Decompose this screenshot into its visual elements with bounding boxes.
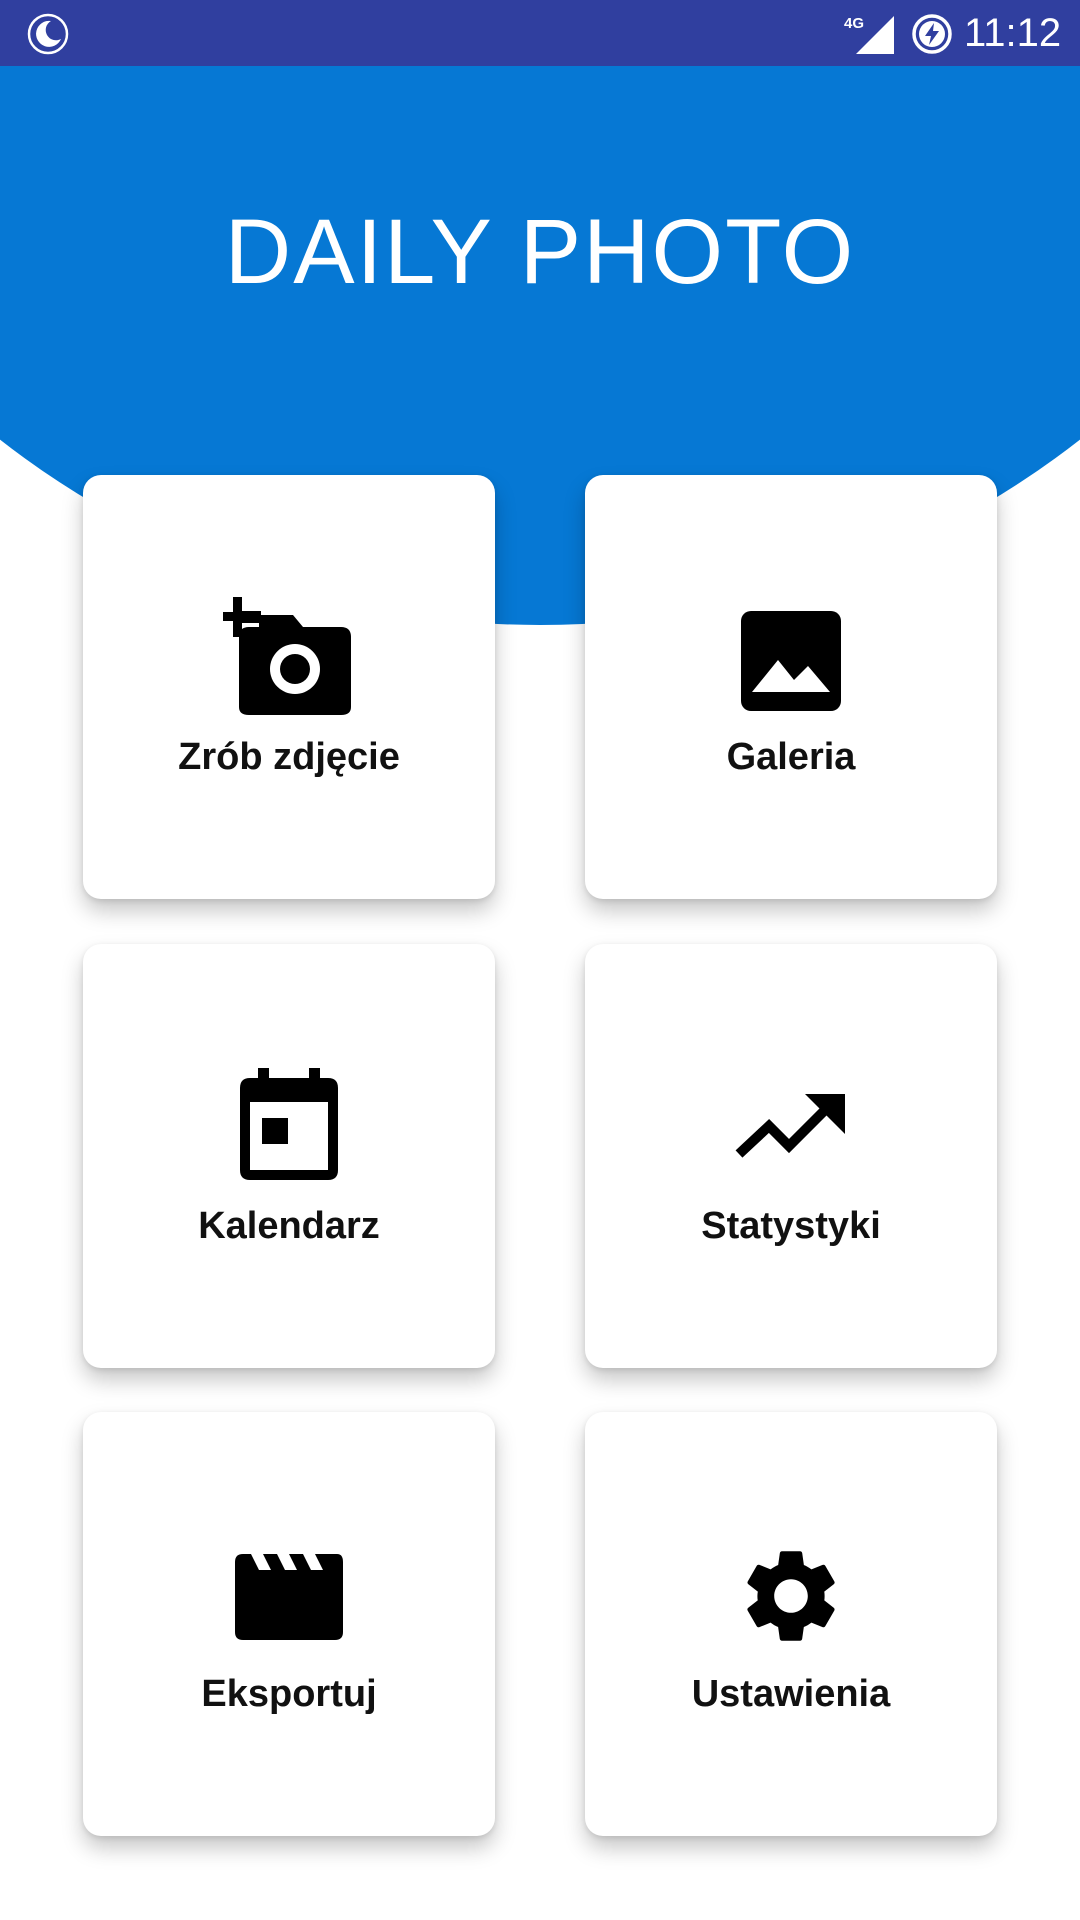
statistics-label: Statystyki <box>701 1205 881 1247</box>
gallery-button[interactable]: Galeria <box>585 475 997 899</box>
take-photo-button[interactable]: Zrób zdjęcie <box>83 475 495 899</box>
settings-label: Ustawienia <box>691 1673 891 1715</box>
calendar-label: Kalendarz <box>198 1205 380 1247</box>
export-button[interactable]: Eksportuj <box>83 1412 495 1836</box>
battery-charging-icon <box>912 14 952 54</box>
status-bar: 4G 11:12 <box>0 0 1080 66</box>
calendar-icon <box>240 1068 338 1180</box>
status-time: 11:12 <box>964 11 1062 55</box>
clapperboard-icon <box>235 1554 343 1640</box>
export-label: Eksportuj <box>201 1673 377 1715</box>
home-screen: 4G 11:12 DAILY PHOTO Zrób zdjęcie Galeri <box>0 0 1080 1920</box>
settings-gear-icon <box>747 1551 835 1641</box>
trending-up-icon <box>735 1094 845 1158</box>
app-title: DAILY PHOTO <box>224 201 856 303</box>
settings-button[interactable]: Ustawienia <box>585 1412 997 1836</box>
network-type-label: 4G <box>844 15 864 32</box>
gallery-label: Galeria <box>726 736 856 778</box>
gallery-image-icon <box>741 611 841 711</box>
signal-icon: 4G <box>844 15 894 54</box>
take-photo-label: Zrób zdjęcie <box>178 736 400 778</box>
calendar-button[interactable]: Kalendarz <box>83 944 495 1368</box>
moon-icon <box>27 13 69 55</box>
add-camera-icon <box>223 597 351 715</box>
statistics-button[interactable]: Statystyki <box>585 944 997 1368</box>
